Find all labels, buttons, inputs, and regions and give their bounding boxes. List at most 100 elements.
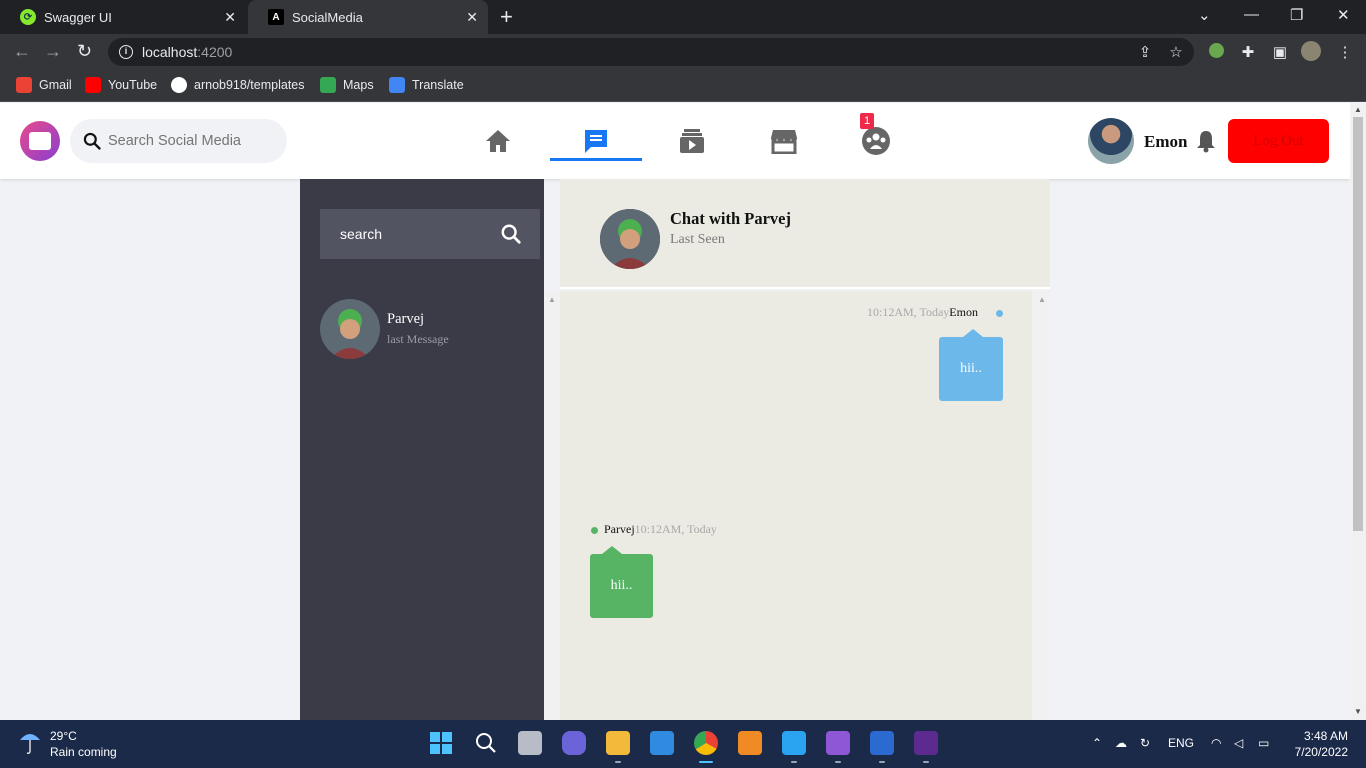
clock[interactable]: 3:48 AM 7/20/2022	[1290, 728, 1348, 760]
github-icon	[171, 77, 187, 93]
avatar[interactable]	[1088, 118, 1134, 164]
status-dot	[591, 527, 598, 534]
nav-watch[interactable]	[646, 123, 738, 159]
language-indicator[interactable]: ENG	[1168, 736, 1194, 750]
chat-search-input[interactable]	[340, 226, 490, 242]
minimize-icon[interactable]: —	[1244, 6, 1259, 23]
avatar	[320, 299, 380, 359]
back-icon[interactable]: ←	[13, 41, 31, 62]
scroll-up-icon[interactable]: ▲	[548, 295, 556, 304]
bookmark-gmail[interactable]: Gmail	[16, 77, 72, 93]
windows-taskbar: 29°C Rain coming ⌃ ☁ ↻ ENG ◠ ◁ ▭ 3:48 AM…	[0, 720, 1366, 768]
profile-icon[interactable]	[1301, 41, 1321, 61]
chat-messages[interactable]: ▲ ▲ 10:12AM, TodayEmon hii.. Parvej10:12…	[544, 291, 1050, 720]
youtube-icon	[85, 77, 101, 93]
scroll-up-icon[interactable]: ▲	[1038, 295, 1046, 304]
notification-badge: 1	[860, 113, 874, 129]
share-icon[interactable]: ⇪	[1136, 43, 1154, 61]
windows-start-icon[interactable]	[429, 731, 453, 755]
umbrella-icon	[20, 734, 40, 754]
volume-icon[interactable]: ◁	[1234, 736, 1243, 750]
search-input[interactable]	[108, 133, 278, 149]
close-window-icon[interactable]: ✕	[1337, 6, 1350, 24]
bookmark-maps[interactable]: Maps	[320, 77, 374, 93]
tab-title: SocialMedia	[292, 9, 363, 25]
search-icon[interactable]	[474, 731, 498, 755]
bookmarks-bar: Gmail YouTube arnob918/templates Maps Tr…	[0, 70, 1366, 102]
reload-icon[interactable]: ↻	[77, 41, 92, 62]
translate-icon	[389, 77, 405, 93]
tab-title: Swagger UI	[44, 9, 112, 25]
nav-home[interactable]	[452, 123, 544, 159]
user-name[interactable]: Emon	[1144, 132, 1187, 152]
chevron-up-icon[interactable]: ⌃	[1092, 736, 1102, 750]
page-scrollbar[interactable]: ▲ ▼	[1350, 103, 1366, 720]
bookmark-translate[interactable]: Translate	[389, 77, 464, 93]
scrollbar[interactable]	[544, 291, 560, 720]
scroll-up-icon[interactable]: ▲	[1354, 105, 1362, 114]
top-navbar: 1 Emon Log Out	[0, 103, 1350, 179]
close-icon[interactable]: ✕	[224, 9, 236, 26]
sidepanel-icon[interactable]: ▣	[1271, 43, 1289, 61]
scroll-down-icon[interactable]: ▼	[1354, 707, 1362, 716]
maps-icon	[320, 77, 336, 93]
nav-messages[interactable]	[550, 123, 642, 161]
chat-search-box[interactable]	[320, 209, 540, 259]
swagger-icon: ⟳	[20, 9, 36, 25]
running-indicator	[835, 761, 841, 763]
logout-button[interactable]: Log Out	[1228, 119, 1329, 163]
battery-icon[interactable]: ▭	[1258, 736, 1269, 750]
url-field[interactable]: i localhost:4200	[108, 38, 1194, 66]
bookmark-star-icon[interactable]: ☆	[1167, 43, 1185, 61]
menu-icon[interactable]: ⋮	[1336, 43, 1354, 61]
search-icon[interactable]	[500, 223, 522, 245]
tab-socialmedia[interactable]: A SocialMedia ✕	[248, 0, 488, 34]
close-icon[interactable]: ✕	[466, 9, 478, 26]
extension-icon[interactable]	[1207, 43, 1225, 61]
visual-studio-icon[interactable]	[826, 731, 850, 755]
terminal-icon[interactable]	[914, 731, 938, 755]
angular-icon: A	[268, 9, 284, 25]
info-icon[interactable]: i	[119, 45, 133, 59]
bookmark-github[interactable]: arnob918/templates	[171, 77, 305, 93]
running-indicator	[615, 761, 621, 763]
bell-icon[interactable]	[1196, 129, 1216, 153]
nav-groups[interactable]	[830, 123, 922, 159]
sync-icon[interactable]: ↻	[1140, 736, 1150, 750]
tab-search-icon[interactable]: ⌄	[1198, 6, 1211, 24]
bookmark-youtube[interactable]: YouTube	[85, 77, 157, 93]
task-view-icon[interactable]	[518, 731, 542, 755]
message-bubble: hii..	[590, 546, 653, 618]
status-dot	[996, 310, 1003, 317]
sublime-icon[interactable]	[738, 731, 762, 755]
bookmark-label: YouTube	[108, 78, 158, 92]
video-icon	[680, 129, 704, 153]
new-tab-icon[interactable]: +	[500, 4, 513, 30]
scrollbar[interactable]	[1032, 291, 1050, 720]
time: 3:48 AM	[1303, 729, 1348, 743]
chrome-icon[interactable]	[694, 731, 718, 755]
address-bar: ← → ↻ i localhost:4200 ⇪ ☆ ✚ ▣ ⋮	[0, 34, 1366, 70]
word-icon[interactable]	[870, 731, 894, 755]
tab-swagger[interactable]: ⟳ Swagger UI ✕	[0, 0, 246, 34]
vscode-icon[interactable]	[782, 731, 806, 755]
restore-icon[interactable]: ❐	[1290, 6, 1303, 24]
logo-icon[interactable]	[20, 121, 60, 161]
scrollbar-thumb[interactable]	[1353, 117, 1363, 531]
store-icon	[771, 130, 797, 154]
bookmark-label: Translate	[412, 78, 464, 92]
running-indicator	[923, 761, 929, 763]
message-bubble: hii..	[939, 329, 1003, 401]
nav-marketplace[interactable]	[738, 123, 830, 159]
file-explorer-icon[interactable]	[606, 731, 630, 755]
teams-chat-icon[interactable]	[562, 731, 586, 755]
contact-item[interactable]: Parvej last Message	[320, 299, 530, 361]
wifi-icon[interactable]: ◠	[1211, 736, 1221, 750]
browser-tab-bar: ⟳ Swagger UI ✕ A SocialMedia ✕ + ⌄ — ❐ ✕	[0, 0, 1366, 34]
weather-widget[interactable]: 29°C Rain coming	[18, 728, 117, 760]
puzzle-icon[interactable]: ✚	[1239, 43, 1257, 61]
cloud-icon[interactable]: ☁	[1115, 736, 1127, 750]
forward-icon[interactable]: →	[44, 41, 62, 62]
mail-icon[interactable]	[650, 731, 674, 755]
global-search[interactable]	[70, 119, 287, 163]
